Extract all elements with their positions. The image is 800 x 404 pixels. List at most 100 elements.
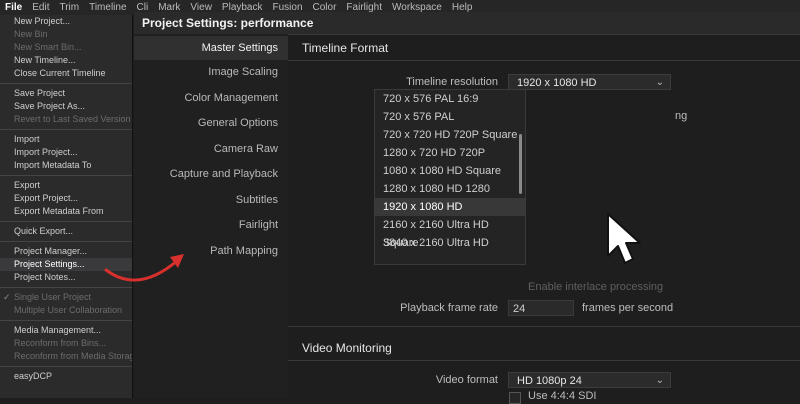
file-menu-item[interactable]: Quick Export...	[0, 225, 132, 238]
file-menu-item-label: Close Current Timeline	[14, 68, 106, 78]
menu-separator	[0, 83, 132, 84]
nav-item-capture-and-playback[interactable]: Capture and Playback	[170, 168, 278, 180]
video-format-label: Video format	[435, 374, 498, 386]
file-menu-item-label: easyDCP	[14, 371, 53, 381]
chevron-down-icon: ⌄	[655, 77, 664, 88]
dropdown-scrollbar[interactable]	[519, 134, 522, 194]
file-menu-item-label: Project Notes...	[14, 272, 76, 282]
menubar-item-file[interactable]: File	[0, 0, 27, 15]
file-menu-item-label: Single User Project	[14, 292, 92, 302]
file-menu-item-label: Export	[14, 180, 41, 190]
file-menu-item-label: Multiple User Collaboration	[14, 305, 123, 315]
file-menu-item[interactable]: Save Project	[0, 87, 132, 100]
file-menu-item[interactable]: New Timeline...	[0, 54, 132, 67]
partial-label: ng	[675, 110, 688, 122]
red-arrow-annotation	[104, 254, 184, 282]
file-menu-item-label: Media Management...	[14, 325, 102, 335]
file-menu-item-label: Reconform from Media Storage...	[14, 351, 132, 361]
interlace-label: Enable interlace processing	[528, 281, 664, 293]
divider	[288, 60, 800, 61]
menu-separator	[0, 320, 132, 321]
file-menu-item-label: Export Metadata From	[14, 206, 104, 216]
file-menu: New Project... New Bin New Smart Bin... New…	[0, 15, 133, 398]
resolution-option[interactable]: 1280 x 1080 HD 1280	[375, 180, 525, 198]
file-menu-item[interactable]: easyDCP	[0, 370, 132, 383]
file-menu-item-label: Quick Export...	[14, 226, 74, 236]
file-menu-item[interactable]: Export Metadata From	[0, 205, 132, 218]
menubar-item-trim[interactable]: Trim	[54, 0, 84, 15]
video-format-value: HD 1080p 24	[517, 375, 582, 387]
file-menu-item[interactable]: Import Project...	[0, 146, 132, 159]
file-menu-item: Reconform from Media Storage...	[0, 350, 132, 363]
file-menu-item[interactable]: Export Project...	[0, 192, 132, 205]
resolution-option[interactable]: 720 x 576 PAL 16:9	[375, 90, 525, 108]
nav-item-general-options[interactable]: General Options	[198, 117, 278, 129]
playback-rate-label: Playback frame rate	[400, 302, 498, 314]
nav-item-subtitles[interactable]: Subtitles	[236, 194, 278, 206]
file-menu-item[interactable]: New Project...	[0, 15, 132, 28]
nav-item-master-settings[interactable]: Master Settings	[134, 36, 288, 60]
resolution-option[interactable]: 1080 x 1080 HD Square	[375, 162, 525, 180]
file-menu-item-label: Import Metadata To	[14, 160, 92, 170]
dialog-title: Project Settings: performance	[134, 12, 800, 34]
resolution-option[interactable]: 720 x 720 HD 720P Square	[375, 126, 525, 144]
nav-item-camera-raw[interactable]: Camera Raw	[214, 143, 278, 155]
file-menu-item: New Smart Bin...	[0, 41, 132, 54]
menubar-item-edit[interactable]: Edit	[27, 0, 54, 15]
file-menu-item-label: New Smart Bin...	[14, 42, 82, 52]
file-menu-item[interactable]: Close Current Timeline	[0, 67, 132, 80]
sdi-checkbox[interactable]	[509, 392, 521, 404]
nav-item-fairlight[interactable]: Fairlight	[239, 219, 278, 231]
file-menu-item[interactable]: Save Project As...	[0, 100, 132, 113]
nav-item-color-management[interactable]: Color Management	[184, 92, 278, 104]
resolution-option[interactable]: 720 x 576 PAL	[375, 108, 525, 126]
menu-separator	[0, 221, 132, 222]
file-menu-item-label: Save Project	[14, 88, 66, 98]
divider	[288, 34, 800, 35]
settings-sidebar: Master Settings Image Scaling Color Manage…	[134, 34, 288, 398]
file-menu-item[interactable]: Media Management...	[0, 324, 132, 337]
resolution-option[interactable]: 2160 x 2160 Ultra HD Square	[375, 216, 525, 249]
timeline-resolution-select[interactable]: 1920 x 1080 HD ⌄	[508, 74, 671, 90]
menubar-item-timeline[interactable]: Timeline	[84, 0, 131, 15]
file-menu-item: Multiple User Collaboration	[0, 304, 132, 317]
file-menu-item: New Bin	[0, 28, 132, 41]
file-menu-item-label: Reconform from Bins...	[14, 338, 107, 348]
nav-item-image-scaling[interactable]: Image Scaling	[208, 66, 278, 78]
checkmark-icon: ✓	[3, 292, 11, 302]
file-menu-item-label: Revert to Last Saved Version	[14, 114, 131, 124]
menu-separator	[0, 129, 132, 130]
resolution-dropdown-list[interactable]: 720 x 576 PAL 16:9 720 x 576 PAL 720 x 720…	[374, 89, 526, 265]
divider	[288, 360, 800, 361]
file-menu-item: Revert to Last Saved Version	[0, 113, 132, 126]
resolution-option[interactable]: 3840 x 2160 Ultra HD	[375, 234, 525, 252]
file-menu-item[interactable]: Import Metadata To	[0, 159, 132, 172]
video-monitoring-heading: Video Monitoring	[302, 341, 392, 355]
video-format-select[interactable]: HD 1080p 24 ⌄	[508, 372, 671, 388]
divider	[288, 326, 800, 327]
file-menu-item-label: Export Project...	[14, 193, 79, 203]
file-menu-item-label: New Project...	[14, 16, 71, 26]
file-menu-item-label: Save Project As...	[14, 101, 86, 111]
file-menu-item[interactable]: Import	[0, 133, 132, 146]
file-menu-item-label: Import Project...	[14, 147, 78, 157]
timeline-format-heading: Timeline Format	[302, 41, 389, 55]
menu-separator	[0, 175, 132, 176]
playback-rate-unit: frames per second	[582, 302, 674, 314]
nav-item-path-mapping[interactable]: Path Mapping	[210, 245, 278, 257]
file-menu-item-label: Import	[14, 134, 40, 144]
timeline-resolution-label: Timeline resolution	[406, 76, 498, 88]
file-menu-item: ✓ Single User Project	[0, 291, 132, 304]
chevron-down-icon: ⌄	[655, 375, 664, 386]
resolution-option[interactable]: 1920 x 1080 HD	[375, 198, 525, 216]
file-menu-item-label: New Bin	[14, 29, 48, 39]
timeline-resolution-value: 1920 x 1080 HD	[517, 77, 597, 89]
mouse-pointer-icon	[607, 213, 641, 264]
playback-rate-input[interactable]: 24	[508, 300, 574, 316]
menu-separator	[0, 366, 132, 367]
resolution-option[interactable]: 1280 x 720 HD 720P	[375, 144, 525, 162]
sdi-label: Use 4:4:4 SDI	[528, 390, 597, 402]
file-menu-item-label: Project Settings...	[14, 259, 85, 269]
file-menu-item-label: New Timeline...	[14, 55, 76, 65]
file-menu-item[interactable]: Export	[0, 179, 132, 192]
